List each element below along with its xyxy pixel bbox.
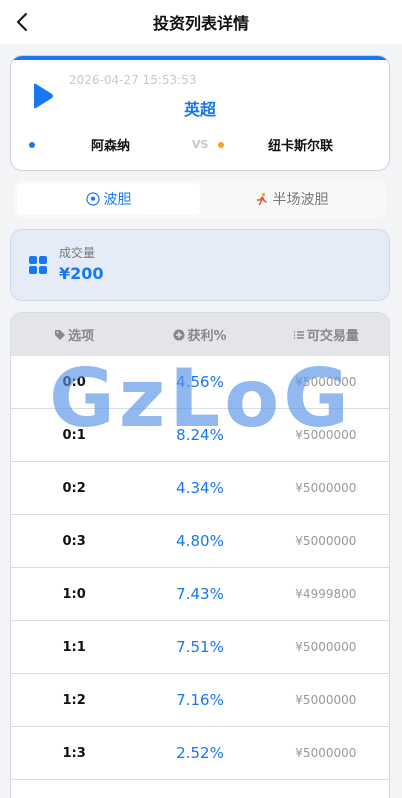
score-option: 0:3 [62, 533, 86, 549]
grid-icon [29, 256, 47, 274]
table-row[interactable]: 1:2 7.16% ¥5000000 [11, 674, 389, 727]
vs-label: VS [192, 138, 209, 151]
home-team-dot [29, 142, 35, 148]
bet-type-tabs: 波胆 半场波胆 [14, 180, 386, 218]
volume-value: ¥200 [59, 264, 104, 283]
header-option: 选项 [11, 325, 137, 344]
tab-half-time-score[interactable]: 半场波胆 [200, 183, 383, 215]
profit-percent: 7.43% [176, 585, 224, 603]
plus-circle-icon [173, 329, 185, 340]
score-option: 1:0 [62, 586, 86, 602]
profit-percent: 4.56% [176, 373, 224, 391]
away-team-dot [218, 142, 224, 148]
available-volume: ¥5000000 [295, 534, 357, 548]
back-button[interactable] [8, 8, 36, 36]
table-row[interactable]: 0:3 4.80% ¥5000000 [11, 515, 389, 568]
table-row[interactable]: 0:0 4.56% ¥5000000 [11, 356, 389, 409]
volume-card: 成交量 ¥200 [10, 229, 390, 301]
chevron-left-icon [16, 13, 27, 31]
score-option: 1:3 [62, 745, 86, 761]
tag-icon [55, 329, 66, 340]
odds-table: 选项 获利% 可交易量 0:0 4.56% ¥5000000 0:1 8.24% ¥500… [10, 312, 390, 798]
match-card: 2026-04-27 15:53:53 英超 阿森纳 VS 纽卡斯尔联 [10, 55, 390, 171]
available-volume: ¥5000000 [295, 375, 357, 389]
list-icon [293, 330, 304, 339]
available-volume: ¥5000000 [295, 428, 357, 442]
available-volume: ¥5000000 [295, 746, 357, 760]
table-body: 0:0 4.56% ¥5000000 0:1 8.24% ¥5000000 0:2 4.34%… [11, 356, 389, 780]
away-team: 纽卡斯尔联 [268, 139, 334, 154]
header-available: 可交易量 [263, 325, 389, 344]
table-row[interactable]: 0:1 8.24% ¥5000000 [11, 409, 389, 462]
available-volume: ¥5000000 [295, 693, 357, 707]
home-team: 阿森纳 [91, 139, 131, 154]
header-profit: 获利% [137, 325, 262, 344]
page-title: 投资列表详情 [152, 14, 249, 33]
soccer-ball-icon [85, 192, 100, 206]
profit-percent: 2.52% [176, 744, 224, 762]
profit-percent: 4.34% [176, 479, 224, 497]
table-row[interactable]: 1:3 2.52% ¥5000000 [11, 727, 389, 780]
volume-label: 成交量 [59, 246, 96, 260]
match-datetime: 2026-04-27 15:53:53 [69, 73, 197, 87]
score-option: 0:0 [62, 374, 86, 390]
profit-percent: 8.24% [176, 426, 224, 444]
table-row[interactable]: 1:1 7.51% ¥5000000 [11, 621, 389, 674]
card-accent-bar [11, 56, 389, 60]
available-volume: ¥5000000 [295, 640, 357, 654]
table-row[interactable]: 0:2 4.34% ¥5000000 [11, 462, 389, 515]
tab-correct-score[interactable]: 波胆 [17, 183, 200, 215]
available-volume: ¥4999800 [295, 587, 357, 601]
score-option: 0:2 [62, 480, 86, 496]
profit-percent: 7.51% [176, 638, 224, 656]
tab-label: 波胆 [103, 192, 132, 208]
table-header: 选项 获利% 可交易量 [11, 313, 389, 356]
score-option: 1:1 [62, 639, 86, 655]
table-row[interactable]: 1:0 7.43% ¥4999800 [11, 568, 389, 621]
tab-label: 半场波胆 [272, 192, 329, 208]
runner-icon [256, 192, 267, 206]
profit-percent: 7.16% [176, 691, 224, 709]
score-option: 0:1 [62, 427, 86, 443]
available-volume: ¥5000000 [295, 481, 357, 495]
score-option: 1:2 [62, 692, 86, 708]
league-name: 英超 [183, 100, 216, 119]
top-bar: 投资列表详情 [0, 0, 402, 44]
profit-percent: 4.80% [176, 532, 224, 550]
